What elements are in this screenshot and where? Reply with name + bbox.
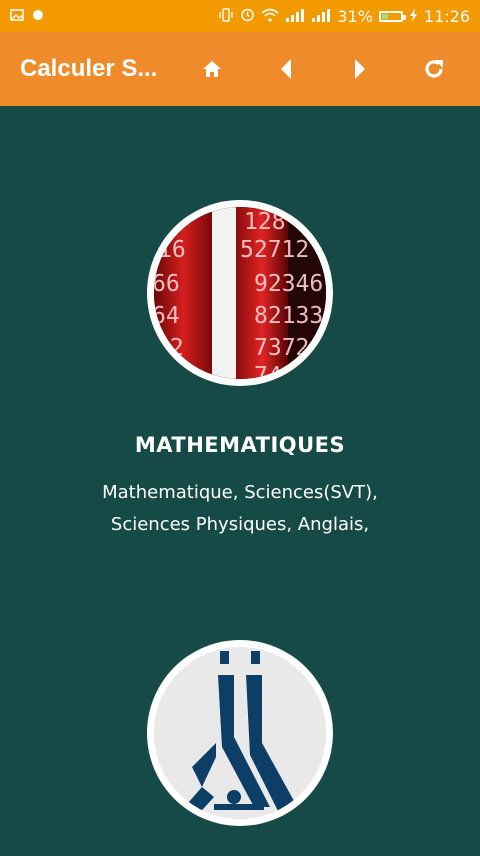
app-title: Calculer S... xyxy=(20,55,158,82)
battery-percent: 31% xyxy=(337,6,373,26)
status-bar: 31% 11:26 xyxy=(0,0,480,32)
math-numbers-image: 128 16 52712 66 92346 64 82133 12 7372 7… xyxy=(154,207,326,379)
flask-logo-image xyxy=(154,647,326,819)
math-number: 66 xyxy=(154,271,180,297)
math-number: 12 xyxy=(156,335,184,361)
refresh-icon xyxy=(422,57,446,81)
subject-title: MATHEMATIQUES xyxy=(134,433,346,457)
forward-arrow-icon xyxy=(352,57,368,81)
math-number: 92346 xyxy=(254,271,323,297)
wifi-icon xyxy=(261,8,279,25)
home-icon xyxy=(202,60,222,78)
subject-list: 128 16 52712 66 92346 64 82133 12 7372 7… xyxy=(0,106,480,854)
math-number: 82133 xyxy=(254,303,323,329)
notification-icon xyxy=(32,9,44,24)
charging-icon xyxy=(409,7,418,25)
math-number: 52712 xyxy=(240,237,309,263)
forward-button[interactable] xyxy=(323,44,397,94)
clock: 11:26 xyxy=(423,6,470,26)
home-button[interactable] xyxy=(175,44,249,94)
gallery-icon xyxy=(10,8,24,24)
subject-avatar: 128 16 52712 66 92346 64 82133 12 7372 7… xyxy=(147,200,333,386)
math-number: 64 xyxy=(154,303,180,329)
back-button[interactable] xyxy=(249,44,323,94)
subject-description-line: Mathematique, Sciences(SVT), xyxy=(102,482,378,503)
math-number: 7372 xyxy=(254,335,309,361)
status-left-icons xyxy=(10,8,44,24)
math-number: 128 xyxy=(244,209,286,235)
vibrate-icon xyxy=(218,7,234,25)
refresh-button[interactable] xyxy=(397,44,471,94)
back-arrow-icon xyxy=(278,57,294,81)
app-bar: Calculer S... xyxy=(0,32,480,106)
status-right-icons: 31% 11:26 xyxy=(218,7,470,26)
math-number: 74 xyxy=(254,363,282,379)
alarm-icon xyxy=(240,7,255,25)
battery-icon xyxy=(378,10,406,22)
subject-description-line: Sciences Physiques, Anglais, xyxy=(110,514,370,535)
subject-card-mathematiques[interactable]: 128 16 52712 66 92346 64 82133 12 7372 7… xyxy=(0,106,480,576)
signal-icon xyxy=(285,8,305,25)
subject-description: Mathematique, Sciences(SVT), Sciences Ph… xyxy=(0,477,480,541)
math-number: 16 xyxy=(158,237,186,263)
subject-avatar xyxy=(147,640,333,826)
signal-icon xyxy=(311,8,331,25)
subject-card-2[interactable] xyxy=(0,576,480,856)
app-actions xyxy=(175,44,471,94)
